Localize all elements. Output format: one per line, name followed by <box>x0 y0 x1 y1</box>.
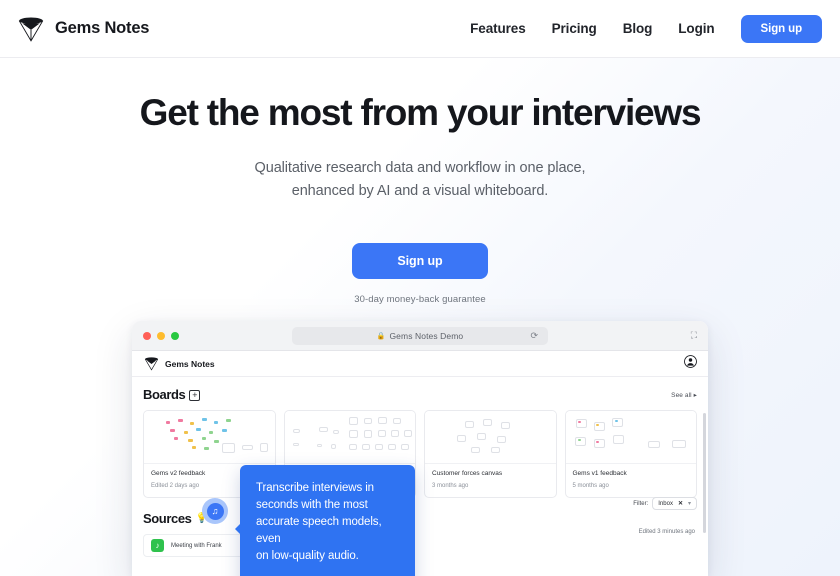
app-brand: Gems Notes <box>143 356 215 371</box>
top-navigation-bar: Gems Notes Features Pricing Blog Login S… <box>0 0 840 58</box>
board-thumbnail <box>565 411 696 463</box>
tooltip-line-3: accurate speech models, even <box>256 516 382 546</box>
board-thumbnail <box>425 411 556 463</box>
board-card-meta: Gems v1 feedback 5 months ago <box>565 463 696 497</box>
reload-icon[interactable]: ⟳ <box>530 330 538 341</box>
hero-subtitle: Qualitative research data and workflow i… <box>0 157 840 203</box>
minimize-window-icon[interactable] <box>157 331 165 340</box>
lock-icon: 🔒 <box>376 332 386 340</box>
boards-title: Boards <box>143 387 186 402</box>
maximize-window-icon[interactable] <box>171 331 179 340</box>
boards-see-all-link[interactable]: See all ▸ <box>671 391 697 399</box>
brand-name: Gems Notes <box>55 19 150 37</box>
board-card-title: Customer forces canvas <box>432 470 503 477</box>
filter-clear-icon[interactable]: ✕ <box>678 500 683 507</box>
tooltip-text: Transcribe interviews in seconds with th… <box>256 480 399 565</box>
board-thumbnail <box>144 411 275 463</box>
guarantee-note: 30-day money-back guarantee <box>354 294 486 306</box>
board-card[interactable]: Customer forces canvas 3 months ago <box>424 410 557 498</box>
brand-logo-link[interactable]: Gems Notes <box>16 15 149 43</box>
filter-dropdown[interactable]: Inbox ✕ ▾ <box>652 497 697 510</box>
close-window-icon[interactable] <box>143 331 151 340</box>
music-note-icon: ♫ <box>206 502 224 520</box>
hero-subtitle-line-2: enhanced by AI and a visual whiteboard. <box>291 183 549 200</box>
sources-filter: Filter: Inbox ✕ ▾ <box>633 497 697 510</box>
nav-link-features[interactable]: Features <box>470 21 526 36</box>
app-top-bar: Gems Notes <box>132 351 708 377</box>
nav-link-blog[interactable]: Blog <box>623 21 653 36</box>
expand-icon[interactable]: ⛶ <box>691 330 697 341</box>
app-brand-name: Gems Notes <box>165 358 215 369</box>
filter-selected-value: Inbox <box>658 500 673 507</box>
plus-icon[interactable]: + <box>189 390 201 401</box>
board-thumbnail <box>284 411 415 463</box>
landing-page: Gems Notes Features Pricing Blog Login S… <box>0 0 840 576</box>
account-avatar-icon[interactable] <box>684 354 697 373</box>
boards-section-header: Boards + See all ▸ <box>143 387 697 402</box>
page-title: Get the most from your interviews <box>139 92 702 133</box>
tooltip-line-2: seconds with the most <box>256 499 368 512</box>
app-content-area: Boards + See all ▸ Gems v2 feedback Edit… <box>132 377 708 576</box>
window-traffic-lights <box>143 331 179 340</box>
nav-signup-button[interactable]: Sign up <box>740 14 822 43</box>
hero-section: Get the most from your interviews Qualit… <box>0 58 840 305</box>
nav-link-pricing[interactable]: Pricing <box>552 21 597 36</box>
app-gem-logo-icon <box>143 356 160 371</box>
filter-label: Filter: <box>633 500 649 507</box>
boards-card-list: Gems v2 feedback Edited 2 days ago Custo… <box>143 410 697 498</box>
hero-subtitle-line-1: Qualitative research data and workflow i… <box>254 160 586 177</box>
gem-logo-icon <box>16 15 46 43</box>
browser-url-bar[interactable]: 🔒 Gems Notes Demo ⟳ <box>292 326 548 345</box>
sources-title: Sources <box>143 511 192 526</box>
chevron-down-icon[interactable]: ▾ <box>688 500 691 507</box>
feature-tooltip-callout: Transcribe interviews in seconds with th… <box>235 465 415 576</box>
source-edited-note: Edited 3 minutes ago <box>638 529 695 535</box>
board-card-subtitle: 3 months ago <box>432 483 469 489</box>
board-card[interactable]: Gems v1 feedback 5 months ago <box>564 410 697 498</box>
app-preview-browser-window: 🔒 Gems Notes Demo ⟳ ⛶ Gems Notes Boards … <box>132 321 708 576</box>
tooltip-line-4: on low-quality audio. <box>256 550 359 563</box>
hero-cta-group: Sign up 30-day money-back guarantee <box>0 243 840 305</box>
browser-chrome-bar: 🔒 Gems Notes Demo ⟳ ⛶ <box>132 321 708 351</box>
board-card-title: Gems v1 feedback <box>572 470 627 477</box>
source-item-name: Meeting with Frank <box>171 542 222 549</box>
tooltip-arrow <box>235 523 241 535</box>
browser-url-text: Gems Notes Demo <box>389 330 464 341</box>
content-scrollbar[interactable] <box>703 413 706 533</box>
board-card-subtitle: 5 months ago <box>572 483 609 489</box>
nav-link-login[interactable]: Login <box>678 21 714 36</box>
nav-links-group: Features Pricing Blog Login Sign up <box>470 14 822 43</box>
board-card-meta: Customer forces canvas 3 months ago <box>425 463 556 497</box>
audio-indicator[interactable]: ♫ <box>202 498 228 524</box>
audio-file-icon: ♪ <box>151 539 164 552</box>
hero-signup-button[interactable]: Sign up <box>352 243 488 280</box>
tooltip-line-1: Transcribe interviews in <box>256 482 374 494</box>
